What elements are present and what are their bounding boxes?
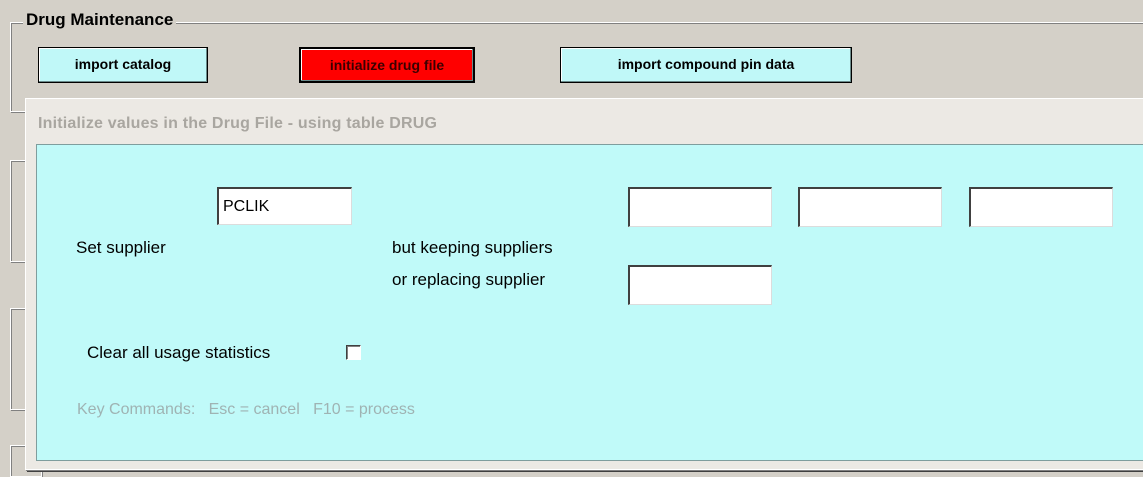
initialize-dialog: Initialize values in the Drug File - usi… xyxy=(25,98,1143,470)
group-title: Drug Maintenance xyxy=(23,10,177,30)
import-compound-pin-label: import compound pin data xyxy=(617,56,795,72)
replacing-supplier-label: or replacing supplier xyxy=(392,270,546,289)
import-compound-pin-button[interactable]: import compound pin data xyxy=(560,47,852,83)
key-commands-hint: Key Commands: Esc = cancel F10 = process xyxy=(77,401,415,418)
clear-stats-label: Clear all usage statistics xyxy=(87,343,271,362)
import-catalog-button[interactable]: import catalog xyxy=(38,47,208,83)
keeping-supplier-field-2[interactable] xyxy=(798,187,942,227)
set-supplier-label: Set supplier xyxy=(76,238,166,257)
dialog-body: Set supplier but keeping suppliers or re… xyxy=(36,144,1143,461)
keeping-suppliers-label: but keeping suppliers xyxy=(392,238,553,257)
keeping-supplier-field-3[interactable] xyxy=(969,187,1113,227)
replacing-supplier-field[interactable] xyxy=(628,265,772,305)
set-supplier-field[interactable] xyxy=(217,187,352,225)
dialog-title: Initialize values in the Drug File - usi… xyxy=(38,115,438,132)
initialize-drug-file-button[interactable]: initialize drug file xyxy=(299,47,475,83)
import-catalog-label: import catalog xyxy=(74,56,172,72)
keeping-supplier-field-1[interactable] xyxy=(628,187,772,227)
clear-stats-checkbox[interactable] xyxy=(346,345,361,360)
initialize-drug-file-label: initialize drug file xyxy=(329,57,445,73)
